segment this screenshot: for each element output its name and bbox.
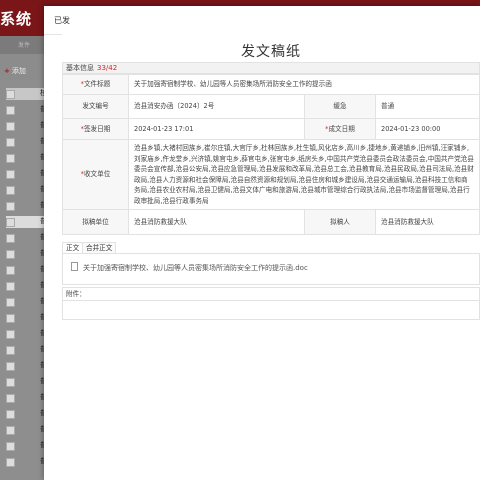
list-item[interactable]: 普	[6, 360, 47, 372]
urgency-label: 缓急	[304, 94, 376, 119]
dialog-header: 已发	[44, 6, 480, 35]
row-checkbox[interactable]	[6, 378, 15, 387]
row-checkbox[interactable]	[6, 90, 15, 99]
app-title: 系统	[0, 10, 33, 28]
list-item[interactable]: 普	[6, 216, 47, 228]
subject-label: *文件标题	[62, 74, 129, 95]
row-checkbox[interactable]	[6, 138, 15, 147]
list-item[interactable]: 普	[6, 152, 47, 164]
issue-date-label: *签发日期	[62, 118, 129, 140]
row-checkbox[interactable]	[6, 122, 15, 131]
body-file-name: 关于加强寄宿制学校、幼儿园等人员密集场所消防安全工作的提示函.doc	[83, 264, 308, 272]
issue-date-value: 2024-01-23 17:01	[128, 118, 305, 140]
row-checkbox[interactable]	[6, 362, 15, 371]
list-item[interactable]: 普	[6, 120, 47, 132]
subject-value: 关于加强寄宿制学校、幼儿园等人员密集场所消防安全工作的提示函	[128, 74, 480, 95]
row-checkbox[interactable]	[6, 170, 15, 179]
info-table: *文件标题 关于加强寄宿制学校、幼儿园等人员密集场所消防安全工作的提示函 发文编…	[62, 74, 480, 235]
add-button[interactable]: + 添加	[4, 66, 26, 76]
row-checkbox[interactable]	[6, 458, 15, 467]
section-label: 基本信息	[66, 64, 94, 72]
app-subnav: 发件	[0, 36, 44, 54]
list-item[interactable]: 普	[6, 104, 47, 116]
row-checkbox[interactable]	[6, 186, 15, 195]
body-file-link[interactable]: 关于加强寄宿制学校、幼儿园等人员密集场所消防安全工作的提示函.doc	[71, 262, 308, 273]
drafter-value: 沧县消防救援大队	[375, 209, 480, 235]
document-list: 核普普普普普普普普普普普普普普普普普普普普普普普	[0, 80, 47, 480]
doc-heading: 发文稿纸	[241, 44, 301, 60]
row-checkbox[interactable]	[6, 106, 15, 115]
list-item[interactable]: 普	[6, 168, 47, 180]
row-checkbox[interactable]	[6, 426, 15, 435]
list-item[interactable]: 普	[6, 248, 47, 260]
row-checkbox[interactable]	[6, 250, 15, 259]
list-item[interactable]: 普	[6, 296, 47, 308]
body-file-panel: 关于加强寄宿制学校、幼儿园等人员密集场所消防安全工作的提示函.doc	[62, 254, 480, 285]
body-tabs: 正文 合并正文	[62, 242, 480, 254]
row-checkbox[interactable]	[6, 442, 15, 451]
row-checkbox[interactable]	[6, 394, 15, 403]
attachments-panel	[62, 301, 480, 320]
plus-icon: +	[4, 67, 10, 75]
list-item[interactable]: 普	[6, 328, 47, 340]
list-item[interactable]: 普	[6, 200, 47, 212]
tab-body[interactable]: 正文	[62, 242, 84, 253]
doc-number-label: 发文编号	[62, 94, 129, 119]
section-count: 33/42	[97, 64, 118, 72]
doc-number-value: 沧县消安办函〔2024〕2号	[128, 94, 305, 119]
list-item[interactable]: 普	[6, 376, 47, 388]
row-checkbox[interactable]	[6, 346, 15, 355]
attachments-label: 附件：	[62, 287, 480, 301]
document-icon	[71, 262, 78, 271]
row-checkbox[interactable]	[6, 282, 15, 291]
list-item[interactable]: 核	[6, 88, 47, 100]
list-item[interactable]: 普	[6, 136, 47, 148]
list-item[interactable]: 普	[6, 408, 47, 420]
subnav-outbox[interactable]: 发件	[18, 40, 30, 49]
list-item[interactable]: 普	[6, 232, 47, 244]
list-item[interactable]: 普	[6, 456, 47, 468]
section-basic-info: 基本信息 33/42	[62, 62, 480, 74]
complete-date-label: *成文日期	[304, 118, 376, 140]
row-checkbox[interactable]	[6, 218, 15, 227]
dialog-content[interactable]: 发文稿纸 基本信息 33/42 *文件标题 关于加强寄宿制学校、幼儿园等人员密集场…	[62, 34, 480, 480]
list-item[interactable]: 普	[6, 184, 47, 196]
list-item[interactable]: 普	[6, 440, 47, 452]
row-checkbox[interactable]	[6, 266, 15, 275]
complete-date-value: 2024-01-23 00:00	[375, 118, 480, 140]
row-checkbox[interactable]	[6, 154, 15, 163]
row-checkbox[interactable]	[6, 234, 15, 243]
list-item[interactable]: 普	[6, 344, 47, 356]
receivers-label: *收文单位	[62, 139, 129, 210]
row-checkbox[interactable]	[6, 202, 15, 211]
draft-unit-value: 沧县消防救援大队	[128, 209, 305, 235]
urgency-value: 普通	[375, 94, 480, 119]
add-button-label: 添加	[11, 67, 26, 75]
row-checkbox[interactable]	[6, 410, 15, 419]
dialog-title: 已发	[54, 16, 70, 25]
list-item[interactable]: 普	[6, 392, 47, 404]
row-checkbox[interactable]	[6, 298, 15, 307]
draft-unit-label: 拟稿单位	[62, 209, 129, 235]
document-dialog: 已发 发文稿纸 基本信息 33/42 *文件标题 关于加强寄宿制学校、幼儿园等人员…	[44, 6, 480, 480]
row-checkbox[interactable]	[6, 314, 15, 323]
tab-merged-body[interactable]: 合并正文	[82, 242, 117, 253]
list-item[interactable]: 普	[6, 280, 47, 292]
receivers-value: 沧县乡镇,大褚村回族乡,崔尔庄镇,大官厅乡,杜林回族乡,杜生镇,风化店乡,高川乡…	[128, 139, 480, 210]
list-item[interactable]: 普	[6, 424, 47, 436]
row-checkbox[interactable]	[6, 330, 15, 339]
list-item[interactable]: 普	[6, 264, 47, 276]
drafter-label: 拟稿人	[304, 209, 376, 235]
list-item[interactable]: 普	[6, 312, 47, 324]
